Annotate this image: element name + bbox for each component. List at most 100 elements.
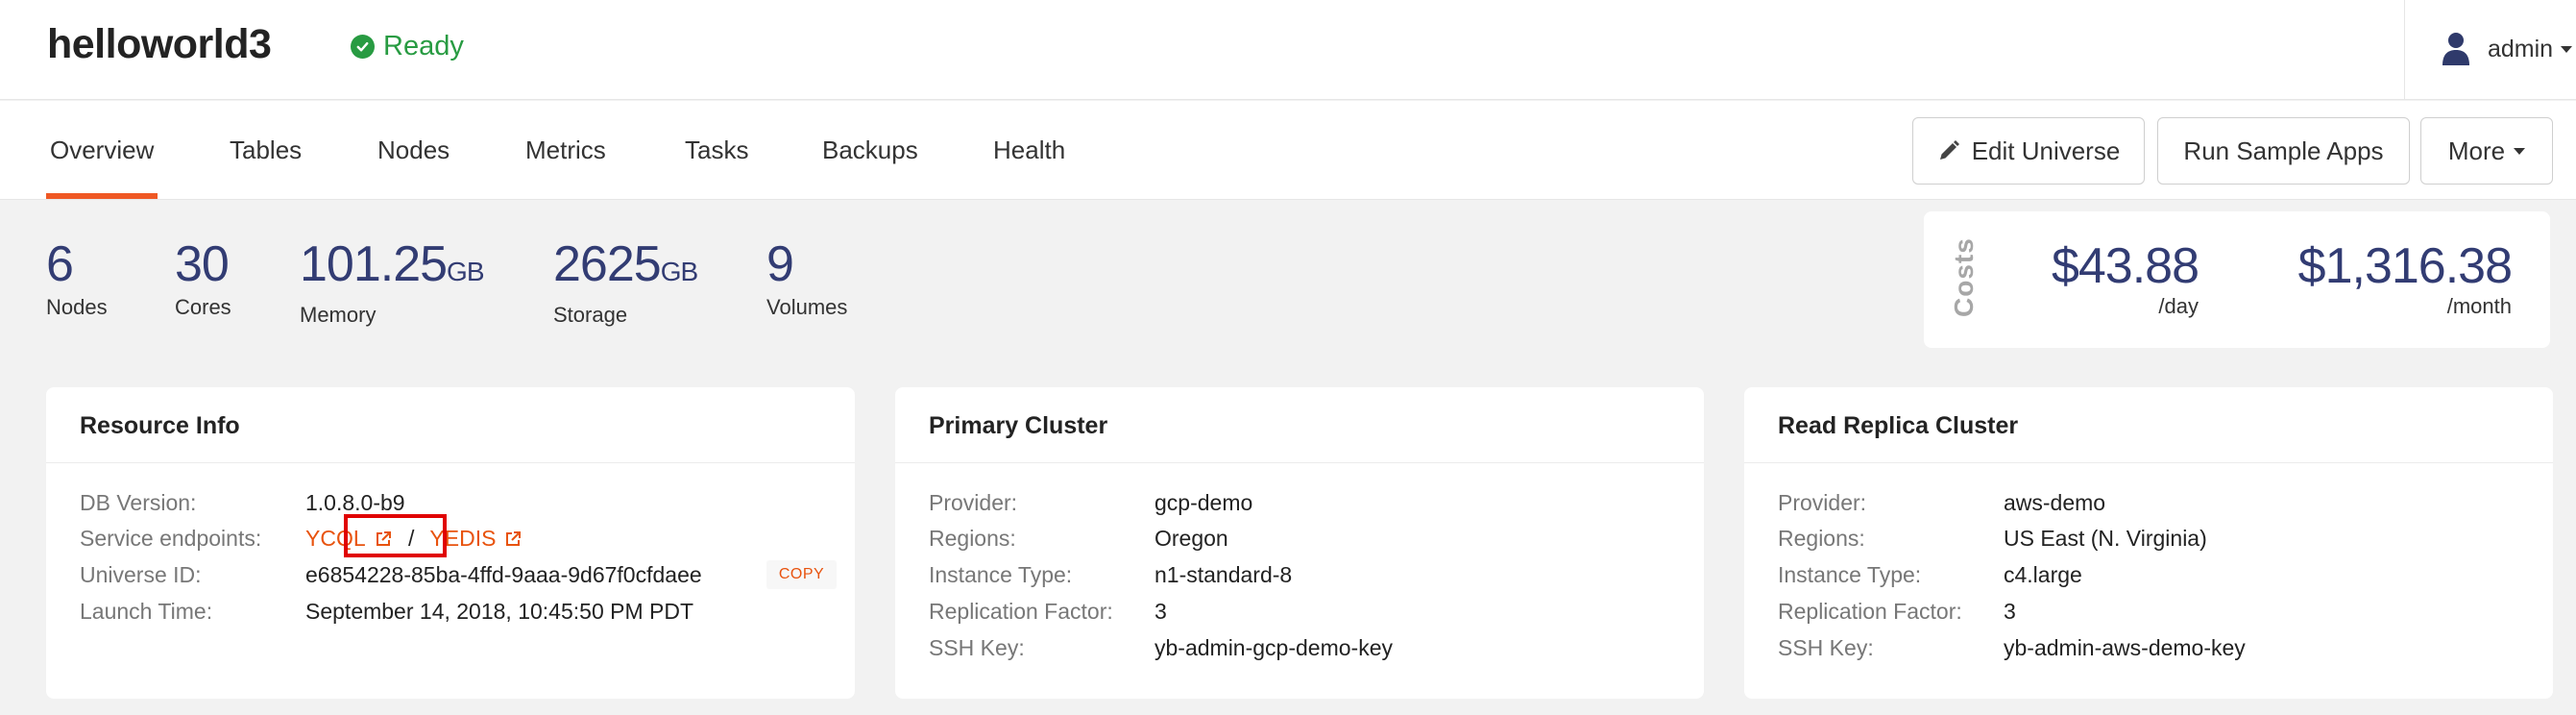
cost-period: /day (2158, 294, 2199, 318)
tab-overview[interactable]: Overview (50, 136, 154, 165)
divider (2404, 0, 2405, 100)
resource-info-panel: Resource Info DB Version: 1.0.8.0-b9 Ser… (46, 387, 855, 699)
tab-tables[interactable]: Tables (230, 136, 302, 165)
row-provider: Provider: aws-demo (1778, 487, 2105, 518)
field-label: Regions: (929, 525, 1016, 551)
field-value: US East (N. Virginia) (2004, 525, 2207, 551)
field-label: Provider: (1778, 489, 1867, 515)
field-value: 3 (1154, 598, 1167, 624)
cost-amount: $1,316.38 (2297, 238, 2513, 294)
row-regions: Regions: US East (N. Virginia) (1778, 523, 2207, 554)
field-label: Universe ID: (80, 561, 202, 587)
row-provider: Provider: gcp-demo (929, 487, 1252, 518)
stat-label: Volumes (766, 295, 848, 319)
panel-title: Read Replica Cluster (1778, 412, 2019, 439)
primary-cluster-panel: Primary Cluster Provider: gcp-demo Regio… (895, 387, 1704, 699)
row-universe-id: Universe ID: e6854228-85ba-4ffd-9aaa-9d6… (80, 559, 702, 590)
chevron-down-icon (2514, 147, 2526, 155)
stat-value: 30 (175, 236, 230, 292)
divider (1744, 462, 2553, 463)
status-text: Ready (383, 31, 464, 62)
run-sample-apps-label: Run Sample Apps (2183, 136, 2384, 165)
more-label: More (2447, 136, 2506, 165)
field-value: Oregon (1154, 525, 1228, 551)
highlight-box (344, 514, 447, 557)
stat-value: 9 (766, 236, 794, 292)
pencil-icon (1939, 140, 1959, 160)
field-value: c4.large (2004, 561, 2082, 587)
check-circle-icon (351, 35, 375, 59)
field-label: Replication Factor: (929, 598, 1113, 624)
cost-per-day: $43.88 /day (2039, 238, 2199, 319)
field-label: DB Version: (80, 489, 197, 515)
tab-tasks[interactable]: Tasks (685, 136, 748, 165)
cost-amount: $43.88 (2051, 238, 2199, 294)
field-value: yb-admin-gcp-demo-key (1154, 634, 1393, 660)
status-badge: Ready (351, 31, 464, 62)
active-tab-indicator (46, 193, 158, 199)
field-label: SSH Key: (1778, 634, 1874, 660)
row-ssh-key: SSH Key: yb-admin-aws-demo-key (1778, 632, 2246, 663)
stat-value-row: 2625GB (553, 235, 698, 301)
stat-label: Nodes (46, 295, 108, 319)
universe-title: helloworld3 (47, 21, 272, 67)
stat-cores: 30 Cores (175, 235, 231, 320)
costs-card: Costs $43.88 /day $1,316.38 /month (1924, 211, 2550, 348)
external-link-icon (506, 531, 522, 547)
field-label: Instance Type: (1778, 561, 1922, 587)
field-label: Service endpoints: (80, 525, 262, 551)
stat-volumes: 9 Volumes (766, 235, 847, 320)
stat-value-row: 101.25GB (300, 235, 485, 301)
row-regions: Regions: Oregon (929, 523, 1228, 554)
row-instance-type: Instance Type: n1-standard-8 (929, 559, 1292, 590)
field-value: n1-standard-8 (1154, 561, 1293, 587)
user-icon (2442, 33, 2469, 65)
row-service-endpoints: Service endpoints: YCQL / YEDIS (80, 523, 522, 554)
user-name: admin (2488, 35, 2554, 62)
field-label: Instance Type: (929, 561, 1073, 587)
more-button[interactable]: More (2420, 117, 2553, 185)
field-label: Replication Factor: (1778, 598, 1962, 624)
cost-per-month: $1,316.38 /month (2258, 238, 2513, 319)
field-value: e6854228-85ba-4ffd-9aaa-9d67f0cfdaee (305, 561, 702, 587)
chevron-down-icon (2561, 45, 2573, 53)
divider (46, 462, 855, 463)
row-instance-type: Instance Type: c4.large (1778, 559, 2082, 590)
field-label: Regions: (1778, 525, 1865, 551)
costs-label: Costs (1949, 237, 1979, 317)
row-launch-time: Launch Time: September 14, 2018, 10:45:5… (80, 596, 693, 627)
stat-value: 6 (46, 236, 74, 292)
page-header: helloworld3 Ready admin (0, 0, 2576, 100)
panel-title: Primary Cluster (929, 412, 1108, 439)
tab-backups[interactable]: Backups (822, 136, 918, 165)
stat-nodes: 6 Nodes (46, 235, 108, 320)
row-replication-factor: Replication Factor: 3 (1778, 596, 2016, 627)
edit-universe-label: Edit Universe (1971, 136, 2121, 165)
field-value: 1.0.8.0-b9 (305, 489, 405, 515)
stat-unit: GB (660, 257, 698, 286)
stat-memory: 101.25GB Memory (300, 235, 485, 328)
stat-unit: GB (447, 257, 484, 286)
field-value: aws-demo (2004, 489, 2106, 515)
user-menu[interactable]: admin (2442, 32, 2573, 66)
stat-label: Cores (175, 295, 231, 319)
row-replication-factor: Replication Factor: 3 (929, 596, 1167, 627)
stat-label: Storage (553, 303, 628, 327)
field-label: Provider: (929, 489, 1018, 515)
edit-universe-button[interactable]: Edit Universe (1912, 117, 2145, 185)
panel-title: Resource Info (80, 412, 240, 439)
tab-health[interactable]: Health (993, 136, 1065, 165)
field-label: SSH Key: (929, 634, 1025, 660)
copy-button[interactable]: COPY (766, 560, 837, 589)
run-sample-apps-button[interactable]: Run Sample Apps (2157, 117, 2410, 185)
tab-bar: Overview Tables Nodes Metrics Tasks Back… (0, 101, 2576, 200)
field-value: 3 (2004, 598, 2016, 624)
stat-value: 101.25 (300, 236, 448, 292)
field-value: gcp-demo (1154, 489, 1253, 515)
field-value: yb-admin-aws-demo-key (2004, 634, 2246, 660)
cost-period: /month (2446, 294, 2512, 318)
read-replica-cluster-panel: Read Replica Cluster Provider: aws-demo … (1744, 387, 2553, 699)
tab-metrics[interactable]: Metrics (525, 136, 606, 165)
tab-nodes[interactable]: Nodes (377, 136, 450, 165)
field-value: September 14, 2018, 10:45:50 PM PDT (305, 598, 694, 624)
